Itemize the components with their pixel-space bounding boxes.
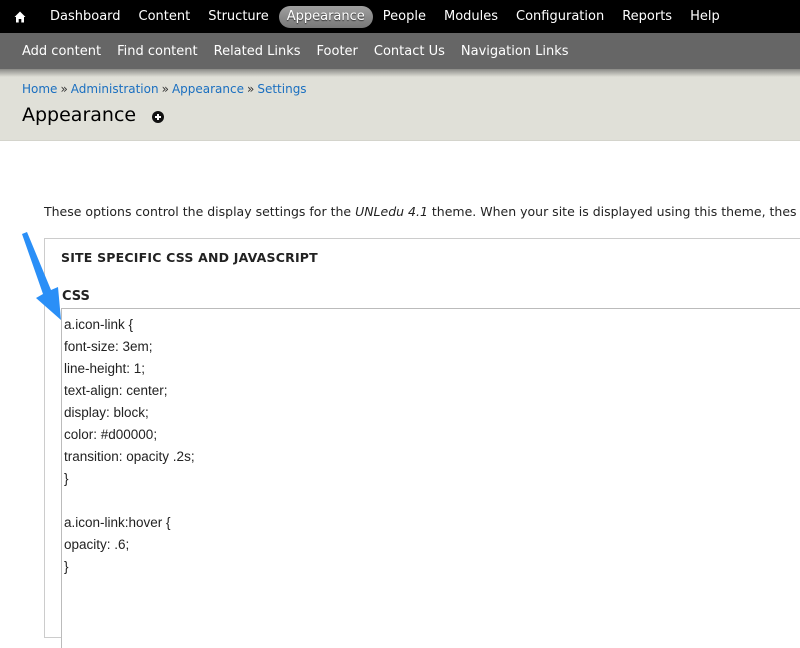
breadcrumb: Home» Administration» Appearance» Settings <box>22 82 307 96</box>
breadcrumb-separator: » <box>247 82 255 96</box>
theme-name: UNLedu 4.1 <box>355 204 428 219</box>
css-line: color: #d00000; <box>64 427 158 442</box>
shortcut-navigation-links[interactable]: Navigation Links <box>453 44 577 59</box>
fieldset-legend: SITE SPECIFIC CSS AND JAVASCRIPT <box>61 250 318 265</box>
shortcuts-bar: Add content Find content Related Links F… <box>0 33 800 69</box>
css-label: CSS <box>62 289 90 304</box>
title-row: Appearance <box>22 104 165 126</box>
toolbar-item-dashboard[interactable]: Dashboard <box>42 6 129 28</box>
css-line: } <box>64 559 69 574</box>
shortcut-related-links[interactable]: Related Links <box>206 44 309 59</box>
plus-circle-icon[interactable] <box>152 111 165 123</box>
breadcrumb-administration[interactable]: Administration <box>71 82 159 96</box>
breadcrumb-settings[interactable]: Settings <box>257 82 306 96</box>
toolbar-item-people[interactable]: People <box>375 6 434 28</box>
toolbar-item-modules[interactable]: Modules <box>436 6 506 28</box>
home-icon <box>14 11 26 22</box>
css-line: a.icon-link { <box>64 317 134 332</box>
css-line: opacity: .6; <box>64 537 130 552</box>
css-textarea[interactable]: a.icon-link { font-size: 3em; line-height:… <box>61 308 800 648</box>
toolbar-item-help[interactable]: Help <box>682 6 728 28</box>
css-line: line-height: 1; <box>64 361 146 376</box>
css-line: font-size: 3em; <box>64 339 153 354</box>
home-link[interactable] <box>14 0 42 33</box>
toolbar-item-structure[interactable]: Structure <box>200 6 276 28</box>
shortcut-add-content[interactable]: Add content <box>14 44 109 59</box>
css-line <box>64 490 800 512</box>
intro-text: These options control the display settin… <box>44 204 797 219</box>
admin-toolbar: Dashboard Content Structure Appearance P… <box>0 0 800 33</box>
shortcut-find-content[interactable]: Find content <box>109 44 206 59</box>
toolbar-item-appearance[interactable]: Appearance <box>278 5 373 28</box>
css-line: text-align: center; <box>64 383 168 398</box>
page-title: Appearance <box>22 104 137 126</box>
breadcrumb-home[interactable]: Home <box>22 82 57 96</box>
css-line: transition: opacity .2s; <box>64 449 195 464</box>
toolbar-item-reports[interactable]: Reports <box>614 6 680 28</box>
css-line: } <box>64 471 69 486</box>
breadcrumb-appearance[interactable]: Appearance <box>172 82 244 96</box>
breadcrumb-separator: » <box>161 82 169 96</box>
page-header: Home» Administration» Appearance» Settings … <box>0 69 800 141</box>
css-line: a.icon-link:hover { <box>64 515 171 530</box>
intro-before: These options control the display settin… <box>44 204 356 219</box>
shortcut-contact-us[interactable]: Contact Us <box>366 44 453 59</box>
toolbar-item-configuration[interactable]: Configuration <box>508 6 612 28</box>
css-line: display: block; <box>64 405 149 420</box>
toolbar-item-content[interactable]: Content <box>131 6 199 28</box>
site-specific-fieldset: SITE SPECIFIC CSS AND JAVASCRIPT CSS a.i… <box>44 238 800 648</box>
breadcrumb-separator: » <box>60 82 68 96</box>
shortcut-footer[interactable]: Footer <box>309 44 366 59</box>
intro-after: theme. When your site is displayed using… <box>427 204 797 219</box>
